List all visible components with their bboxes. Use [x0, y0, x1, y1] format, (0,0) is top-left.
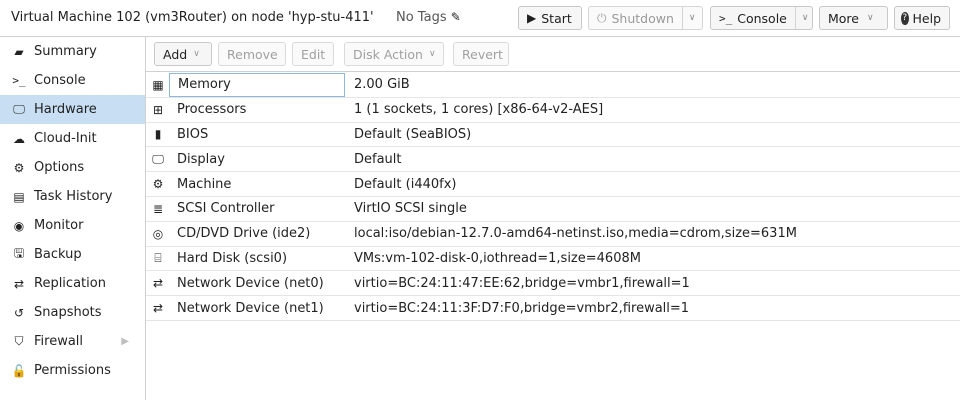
sidebar-item-permissions[interactable]: 🔓 Permissions — [0, 356, 145, 385]
hardware-toolbar: Add ∨ Remove Edit Disk Action ∨ Revert — [146, 37, 960, 72]
sidebar-item-cloud-init[interactable]: ☁ Cloud-Init — [0, 124, 145, 153]
table-row[interactable]: ⚙ Machine Default (i440fx) — [146, 172, 960, 197]
table-row[interactable]: ▮ BIOS Default (SeaBIOS) — [146, 123, 960, 148]
terminal-icon: >_ — [12, 74, 26, 87]
pencil-icon[interactable]: ✎ — [451, 10, 461, 24]
cogs-icon: ⚙ — [152, 177, 164, 192]
table-row[interactable]: ⌸ Hard Disk (scsi0) VMs:vm-102-disk-0,io… — [146, 247, 960, 272]
cloud-icon: ☁ — [13, 131, 25, 146]
sidebar-item-options[interactable]: ⚙ Options — [0, 153, 145, 182]
chevron-down-icon[interactable]: ∨ — [681, 7, 702, 29]
play-icon: ▶ — [527, 11, 537, 25]
exchange-icon: ⇄ — [152, 276, 164, 291]
chevron-right-icon[interactable]: ▶ — [121, 336, 129, 347]
shield-icon: ⛉ — [14, 334, 24, 348]
add-button[interactable]: Add ∨ — [154, 42, 212, 66]
terminal-icon: >_ — [719, 11, 733, 25]
harddisk-icon: ⌸ — [154, 250, 162, 265]
floppy-icon: 🖫 — [13, 246, 25, 260]
question-icon: ? — [901, 11, 909, 25]
table-row[interactable]: ⊞ Processors 1 (1 sockets, 1 cores) [x86… — [146, 98, 960, 123]
microchip-icon: ▮ — [154, 127, 162, 142]
chevron-down-icon: ∨ — [867, 13, 874, 23]
edit-button[interactable]: Edit — [292, 42, 334, 66]
table-row[interactable]: 🖵 Display Default — [146, 147, 960, 173]
shutdown-button[interactable]: ⏻ Shutdown ∨ — [588, 6, 703, 30]
exchange-icon: ⇄ — [152, 301, 164, 316]
vm-title: Virtual Machine 102 (vm3Router) on node … — [11, 10, 374, 25]
list-icon: ▤ — [13, 189, 25, 204]
table-row[interactable]: ▦ Memory 2.00 GiB — [146, 73, 960, 98]
sidebar-item-console[interactable]: >_ Console — [0, 66, 145, 95]
start-button[interactable]: ▶ Start — [518, 6, 582, 30]
vm-sidebar: ▰ Summary >_ Console 🖵 Hardware ☁ Cloud-… — [0, 37, 146, 400]
cdrom-icon: ◎ — [152, 226, 164, 241]
tags-editor[interactable]: No Tags ✎ — [396, 10, 461, 25]
chevron-down-icon: ∨ — [428, 49, 436, 59]
monitor-icon: 🖵 — [13, 102, 25, 116]
table-row[interactable]: ⇄ Network Device (net0) virtio=BC:24:11:… — [146, 271, 960, 297]
hardware-panel: Add ∨ Remove Edit Disk Action ∨ Revert ▦… — [146, 37, 960, 400]
hardware-grid: ▦ Memory 2.00 GiB ⊞ Processors 1 (1 sock… — [146, 73, 960, 321]
retweet-icon: ⇄ — [13, 276, 25, 291]
revert-button[interactable]: Revert — [453, 42, 509, 66]
eye-icon: ◉ — [13, 218, 25, 233]
sidebar-item-hardware[interactable]: 🖵 Hardware — [0, 95, 145, 124]
history-icon: ↺ — [13, 305, 25, 320]
remove-button[interactable]: Remove — [218, 42, 286, 66]
table-row[interactable]: ⇄ Network Device (net1) virtio=BC:24:11:… — [146, 296, 960, 321]
book-icon: ▰ — [14, 44, 24, 59]
database-icon: ≣ — [152, 201, 164, 216]
sidebar-item-snapshots[interactable]: ↺ Snapshots — [0, 298, 145, 327]
table-row[interactable]: ◎ CD/DVD Drive (ide2) local:iso/debian-1… — [146, 222, 960, 247]
more-button[interactable]: More ∨ — [819, 6, 888, 30]
sidebar-item-firewall[interactable]: ⛉ Firewall ▶ — [0, 327, 145, 356]
tags-label: No Tags — [396, 10, 447, 25]
sidebar-item-replication[interactable]: ⇄ Replication — [0, 269, 145, 298]
console-button[interactable]: >_ Console ∨ — [710, 6, 813, 30]
cpu-icon: ⊞ — [152, 102, 164, 117]
help-button[interactable]: ? Help — [894, 6, 950, 30]
desktop-icon: 🖵 — [152, 151, 164, 166]
vm-header: Virtual Machine 102 (vm3Router) on node … — [0, 0, 960, 37]
memory-icon: ▦ — [152, 77, 164, 92]
sidebar-item-summary[interactable]: ▰ Summary — [0, 37, 145, 66]
power-icon: ⏻ — [597, 10, 607, 25]
sidebar-item-backup[interactable]: 🖫 Backup — [0, 240, 145, 269]
unlock-icon: 🔓 — [11, 363, 27, 378]
disk-action-button[interactable]: Disk Action ∨ — [344, 42, 444, 66]
gear-icon: ⚙ — [13, 160, 25, 175]
sidebar-item-task-history[interactable]: ▤ Task History — [0, 182, 145, 211]
chevron-down-icon: ∨ — [193, 49, 200, 59]
chevron-down-icon[interactable]: ∨ — [794, 7, 815, 29]
sidebar-item-monitor[interactable]: ◉ Monitor — [0, 211, 145, 240]
table-row[interactable]: ≣ SCSI Controller VirtIO SCSI single — [146, 197, 960, 222]
